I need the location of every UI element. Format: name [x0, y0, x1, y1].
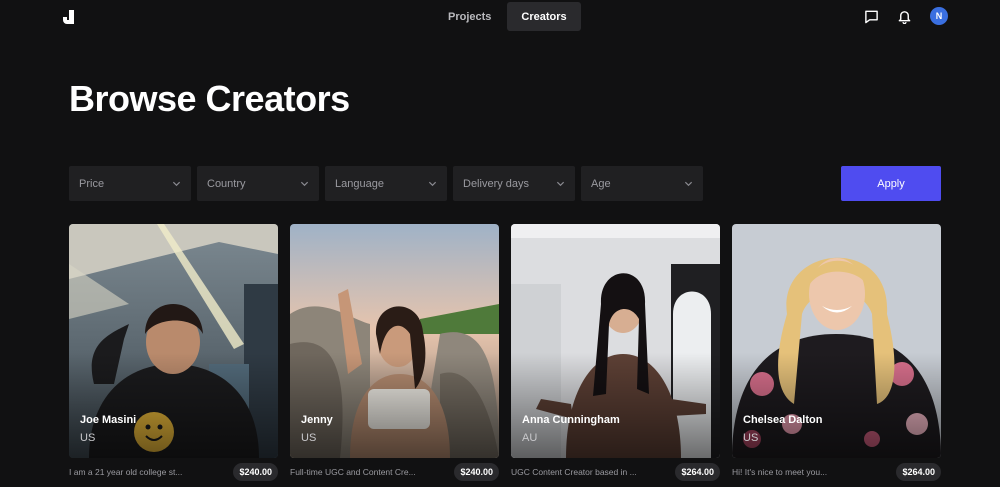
filter-price[interactable]: Price: [69, 166, 191, 201]
card-footer: Full-time UGC and Content Cre... $240.00: [290, 458, 499, 487]
top-actions: N: [864, 7, 948, 25]
creator-card[interactable]: Anna Cunningham AU UGC Content Creator b…: [511, 224, 720, 487]
top-bar: Projects Creators N: [0, 0, 1000, 34]
tab-creators[interactable]: Creators: [507, 2, 581, 31]
user-avatar[interactable]: N: [930, 7, 948, 25]
price-badge: $264.00: [896, 463, 941, 481]
creator-bio: UGC Content Creator based in ...: [511, 467, 637, 477]
filter-label: Price: [79, 177, 105, 190]
card-footer: I am a 21 year old college st... $240.00: [69, 458, 278, 487]
brand-logo[interactable]: [61, 9, 77, 25]
creator-grid: Joe Masini US I am a 21 year old college…: [69, 224, 941, 487]
creator-name: Chelsea Dalton: [743, 414, 823, 426]
bell-icon[interactable]: [897, 9, 912, 24]
filter-age[interactable]: Age: [581, 166, 703, 201]
creator-name: Anna Cunningham: [522, 414, 620, 426]
price-badge: $240.00: [454, 463, 499, 481]
creator-country: US: [743, 432, 759, 444]
creator-bio: I am a 21 year old college st...: [69, 467, 183, 477]
apply-button[interactable]: Apply: [841, 166, 941, 201]
creator-bio: Hi! It's nice to meet you...: [732, 467, 828, 477]
tab-projects[interactable]: Projects: [434, 2, 505, 31]
filter-country[interactable]: Country: [197, 166, 319, 201]
chevron-down-icon: [556, 181, 565, 187]
creator-name: Jenny: [301, 414, 333, 426]
page-title: Browse Creators: [69, 78, 350, 119]
chevron-down-icon: [428, 181, 437, 187]
card-footer: UGC Content Creator based in ... $264.00: [511, 458, 720, 487]
creator-photo: Joe Masini US: [69, 224, 278, 458]
main-nav: Projects Creators: [434, 2, 581, 31]
creator-name: Joe Masini: [80, 414, 137, 426]
creator-country: AU: [522, 432, 538, 444]
filter-language[interactable]: Language: [325, 166, 447, 201]
chevron-down-icon: [300, 181, 309, 187]
creator-card[interactable]: Jenny US Full-time UGC and Content Cre..…: [290, 224, 499, 487]
creator-country: US: [80, 432, 96, 444]
creator-photo: Chelsea Dalton US: [732, 224, 941, 458]
creator-card[interactable]: Joe Masini US I am a 21 year old college…: [69, 224, 278, 487]
card-footer: Hi! It's nice to meet you... $264.00: [732, 458, 941, 487]
filter-delivery-days[interactable]: Delivery days: [453, 166, 575, 201]
filter-label: Delivery days: [463, 177, 530, 190]
creator-photo: Jenny US: [290, 224, 499, 458]
creator-country: US: [301, 432, 317, 444]
price-badge: $264.00: [675, 463, 720, 481]
filter-bar: Price Country Language Delivery days Age: [69, 166, 703, 201]
filter-label: Country: [207, 177, 246, 190]
creator-photo: Anna Cunningham AU: [511, 224, 720, 458]
chat-icon[interactable]: [864, 9, 879, 24]
filter-label: Age: [591, 177, 611, 190]
creator-bio: Full-time UGC and Content Cre...: [290, 467, 416, 477]
chevron-down-icon: [172, 181, 181, 187]
price-badge: $240.00: [233, 463, 278, 481]
chevron-down-icon: [684, 181, 693, 187]
filter-label: Language: [335, 177, 384, 190]
creator-card[interactable]: Chelsea Dalton US Hi! It's nice to meet …: [732, 224, 941, 487]
